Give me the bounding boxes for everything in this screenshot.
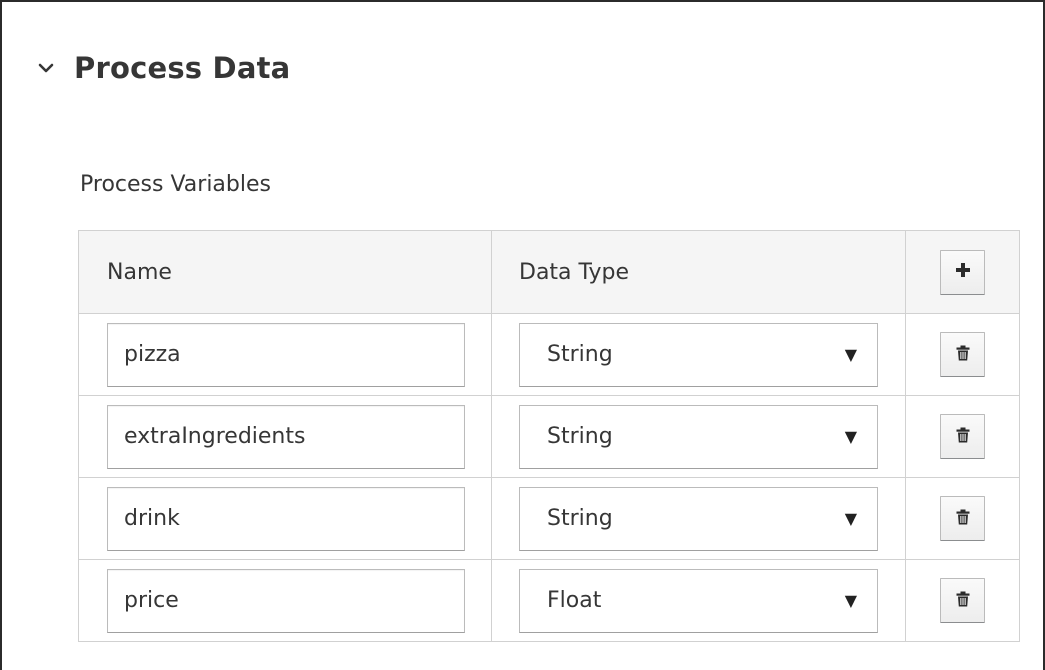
delete-variable-button[interactable] xyxy=(940,496,985,541)
data-type-select[interactable]: Float ▼ xyxy=(519,568,878,633)
name-cell xyxy=(79,314,492,395)
dropdown-caret-icon: ▼ xyxy=(844,591,857,610)
delete-variable-button[interactable] xyxy=(940,332,985,377)
name-cell xyxy=(79,560,492,641)
trash-icon xyxy=(956,345,970,365)
table-row: String ▼ xyxy=(79,477,1019,559)
process-data-section-header[interactable]: Process Data xyxy=(32,42,290,94)
data-type-select[interactable]: String ▼ xyxy=(519,404,878,469)
data-type-cell: String ▼ xyxy=(492,396,906,477)
data-type-cell: String ▼ xyxy=(492,314,906,395)
data-type-value: String xyxy=(547,342,613,367)
table-row: Float ▼ xyxy=(79,559,1019,641)
process-variables-label: Process Variables xyxy=(80,172,271,197)
action-column-header xyxy=(906,231,1019,313)
trash-icon xyxy=(956,591,970,611)
name-column-header: Name xyxy=(79,231,492,313)
name-header-label: Name xyxy=(107,259,172,285)
data-type-column-header: Data Type xyxy=(492,231,906,313)
process-variables-table: Name Data Type pizza String ▼ extraIngre… xyxy=(78,230,1020,642)
dropdown-caret-icon: ▼ xyxy=(844,345,857,364)
add-variable-button[interactable] xyxy=(940,249,985,295)
data-type-select[interactable]: String ▼ xyxy=(519,486,878,551)
data-type-header-label: Data Type xyxy=(519,259,630,285)
chevron-down-icon[interactable] xyxy=(32,54,60,82)
action-cell xyxy=(906,478,1019,559)
action-cell xyxy=(906,396,1019,477)
variable-name-input[interactable] xyxy=(107,486,465,551)
data-type-cell: Float ▼ xyxy=(492,560,906,641)
variable-name-input[interactable] xyxy=(107,322,465,387)
data-type-value: String xyxy=(547,424,613,449)
variable-name-input[interactable] xyxy=(107,568,465,633)
action-cell xyxy=(906,560,1019,641)
panel-frame: Process Data Process Variables Name Data… xyxy=(0,0,1045,670)
data-type-value: String xyxy=(547,506,613,531)
trash-icon xyxy=(956,509,970,529)
table-row: String ▼ xyxy=(79,313,1019,395)
dropdown-caret-icon: ▼ xyxy=(844,427,857,446)
table-header-row: Name Data Type xyxy=(79,231,1019,313)
trash-icon xyxy=(956,427,970,447)
delete-variable-button[interactable] xyxy=(940,578,985,623)
section-title: Process Data xyxy=(74,51,291,85)
data-type-cell: String ▼ xyxy=(492,478,906,559)
action-cell xyxy=(906,314,1019,395)
dropdown-caret-icon: ▼ xyxy=(844,509,857,528)
plus-icon xyxy=(955,262,971,282)
name-cell xyxy=(79,396,492,477)
table-row: String ▼ xyxy=(79,395,1019,477)
data-type-value: Float xyxy=(547,588,602,613)
delete-variable-button[interactable] xyxy=(940,414,985,459)
data-type-select[interactable]: String ▼ xyxy=(519,322,878,387)
name-cell xyxy=(79,478,492,559)
variable-name-input[interactable] xyxy=(107,404,465,469)
